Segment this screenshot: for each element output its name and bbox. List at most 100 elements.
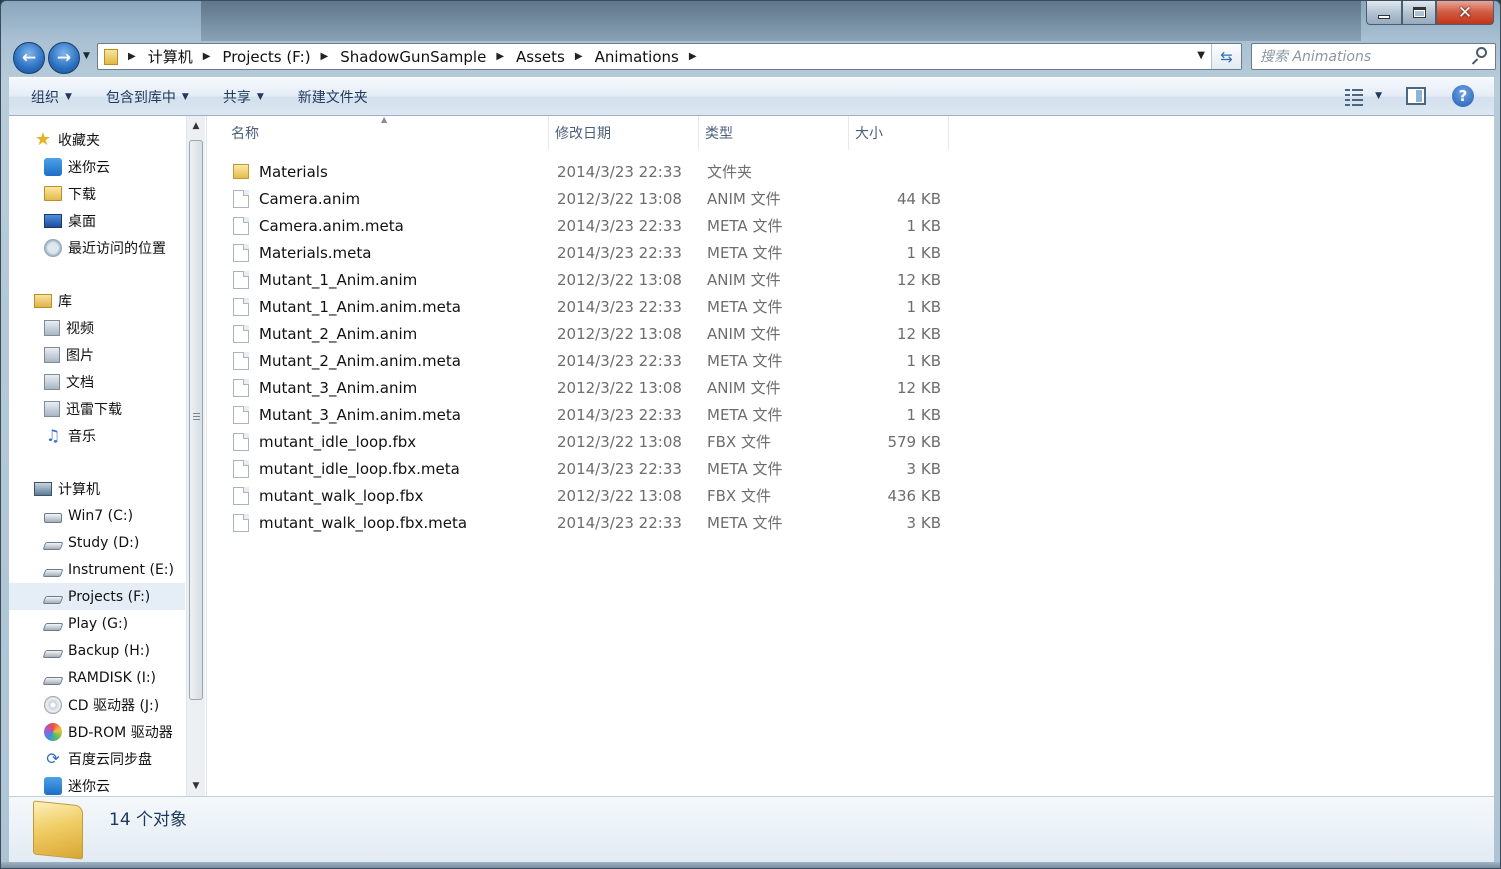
nav-item[interactable]: Study (D:) [9,529,185,556]
scroll-thumb[interactable] [189,140,203,700]
file-name-cell: Camera.anim.meta [207,216,549,235]
nav-group-favorites[interactable]: ★ 收藏夹 [9,126,185,153]
nav-item[interactable]: BD-ROM 驱动器 [9,718,185,745]
scroll-up-button[interactable]: ▲ [187,116,205,136]
close-button[interactable]: ✕ [1436,1,1494,25]
nav-item[interactable]: 迷你云 [9,153,185,180]
nav-item[interactable]: ♫ 音乐 [9,422,185,449]
file-row[interactable]: Mutant_1_Anim.anim.meta 2014/3/23 22:33 ME… [207,293,967,320]
breadcrumb-animations[interactable]: Animations [595,48,679,66]
column-header-size[interactable]: 大小 [849,116,949,150]
file-row[interactable]: Mutant_1_Anim.anim 2012/3/22 13:08 ANIM 文件… [207,266,967,293]
nav-item[interactable]: Projects (F:) [9,583,185,610]
details-pane: 14 个对象 [9,796,1494,862]
chevron-right-icon[interactable]: ▶ [689,51,697,62]
organize-button[interactable]: 组织 ▼ [19,78,84,115]
nav-item[interactable]: 桌面 [9,207,185,234]
nav-item[interactable]: 文档 [9,368,185,395]
change-view-button[interactable]: ▼ [1345,88,1382,106]
nav-item[interactable]: 最近访问的位置 [9,234,185,261]
file-icon [233,405,249,424]
file-type: FBX 文件 [707,433,771,451]
nav-item[interactable]: ⟳ 百度云同步盘 [9,745,185,772]
file-size: 12 KB [897,324,941,343]
chevron-right-icon[interactable]: ▶ [128,51,136,62]
back-button[interactable]: ← [13,42,45,74]
file-row[interactable]: Mutant_2_Anim.anim 2012/3/22 13:08 ANIM 文件… [207,320,967,347]
file-row[interactable]: mutant_idle_loop.fbx 2012/3/22 13:08 FBX 文… [207,428,967,455]
nav-item[interactable]: RAMDISK (I:) [9,664,185,691]
file-row[interactable]: Camera.anim.meta 2014/3/23 22:33 META 文件 1 … [207,212,967,239]
navigation-scrollbar[interactable]: ▲ ▼ [186,116,205,796]
nav-item[interactable]: CD 驱动器 (J:) [9,691,185,718]
address-bar[interactable]: ▶ 计算机 ▶ Projects (F:) ▶ ShadowGunSample … [97,43,1242,70]
nav-group-libraries[interactable]: 库 [9,287,185,314]
nav-item[interactable]: Win7 (C:) [9,502,185,529]
help-button[interactable]: ? [1452,85,1474,107]
pictures-library-icon [44,346,60,363]
recent-pages-dropdown[interactable]: ▼ [83,51,90,61]
file-icon [233,378,249,397]
file-row[interactable]: Materials 2014/3/23 22:33 文件夹 [207,158,967,185]
nav-group-computer[interactable]: 计算机 [9,475,185,502]
nav-item[interactable]: 迅雷下载 [9,395,185,422]
nav-item[interactable]: 迷你云 [9,772,185,796]
breadcrumb-assets[interactable]: Assets [516,48,565,66]
caption-buttons: ✕ [1366,1,1494,25]
file-type: ANIM 文件 [707,379,781,397]
column-header-date[interactable]: 修改日期 [549,116,699,150]
chevron-right-icon[interactable]: ▶ [203,51,211,62]
maximize-button[interactable] [1402,1,1436,25]
breadcrumb-projects-drive[interactable]: Projects (F:) [222,48,310,66]
chevron-right-icon[interactable]: ▶ [575,51,583,62]
folder-icon [104,48,118,65]
file-name: mutant_walk_loop.fbx.meta [259,513,468,532]
include-in-library-button[interactable]: 包含到库中 ▼ [94,78,201,115]
chevron-right-icon[interactable]: ▶ [321,51,329,62]
file-date: 2014/3/23 22:33 [557,216,682,235]
file-row[interactable]: mutant_idle_loop.fbx.meta 2014/3/23 22:33… [207,455,967,482]
share-button[interactable]: 共享 ▼ [211,78,276,115]
nav-item-label: 视频 [66,320,94,337]
file-row[interactable]: mutant_walk_loop.fbx.meta 2014/3/23 22:33… [207,509,967,536]
column-date-label: 修改日期 [555,126,611,142]
nav-item[interactable]: Instrument (E:) [9,556,185,583]
file-row[interactable]: Camera.anim 2012/3/22 13:08 ANIM 文件 44 KB [207,185,967,212]
preview-pane-button[interactable] [1406,87,1426,105]
file-row[interactable]: Mutant_2_Anim.anim.meta 2014/3/23 22:33 ME… [207,347,967,374]
folder-icon [44,186,62,201]
file-name: Mutant_2_Anim.anim [259,324,418,343]
file-row[interactable]: Mutant_3_Anim.anim 2012/3/22 13:08 ANIM 文件… [207,374,967,401]
file-icon [233,297,249,316]
breadcrumb-shadowgunsample[interactable]: ShadowGunSample [340,48,486,66]
column-header-type[interactable]: 类型 [699,116,849,150]
file-row[interactable]: Materials.meta 2014/3/23 22:33 META 文件 1 KB [207,239,967,266]
nav-item[interactable]: 下载 [9,180,185,207]
forward-button[interactable]: → [48,42,80,74]
new-folder-button[interactable]: 新建文件夹 [286,78,380,115]
address-history-dropdown[interactable]: ▼ [1197,50,1205,61]
chevron-down-icon[interactable]: ▼ [1375,91,1382,101]
file-row[interactable]: Mutant_3_Anim.anim.meta 2014/3/23 22:33 ME… [207,401,967,428]
refresh-button[interactable]: ⇆ [1211,44,1241,69]
arrow-right-icon: → [56,48,72,68]
search-icon[interactable] [1471,47,1487,65]
drive-icon [42,622,64,631]
nav-item-label: 桌面 [68,213,96,230]
chevron-right-icon[interactable]: ▶ [496,51,504,62]
nav-item[interactable]: Play (G:) [9,610,185,637]
breadcrumb-computer[interactable]: 计算机 [148,46,193,67]
file-date: 2012/3/22 13:08 [557,270,682,289]
scroll-down-button[interactable]: ▼ [187,776,205,796]
file-size: 579 KB [887,432,941,451]
file-row[interactable]: mutant_walk_loop.fbx 2012/3/22 13:08 FBX 文… [207,482,967,509]
nav-item[interactable]: 视频 [9,314,185,341]
nav-item[interactable]: Backup (H:) [9,637,185,664]
search-input[interactable] [1260,45,1470,68]
minimize-button[interactable] [1366,1,1402,25]
column-header-name[interactable]: 名称 ▲ [207,115,549,150]
file-type: 文件夹 [707,163,753,181]
window-bottom-border [1,862,1500,868]
command-bar: 组织 ▼ 包含到库中 ▼ 共享 ▼ 新建文件夹 ▼ ? [9,77,1494,116]
nav-item[interactable]: 图片 [9,341,185,368]
